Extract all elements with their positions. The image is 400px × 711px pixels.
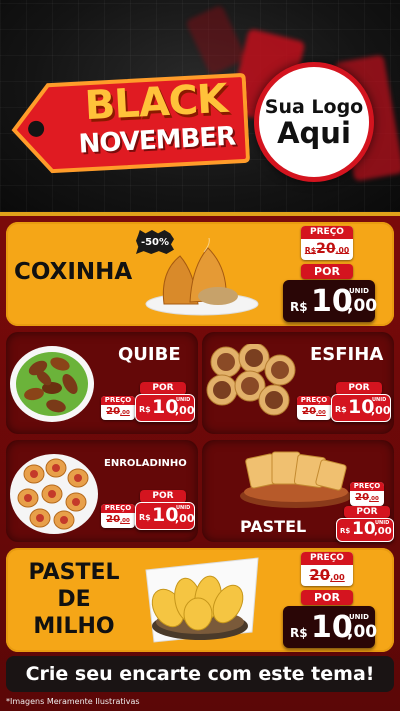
old-price-label: PREÇO	[297, 396, 331, 405]
new-price-dec: ,00	[374, 526, 392, 537]
old-price-tag: PREÇO 20,00	[350, 482, 384, 506]
product-name: PASTEL	[240, 517, 307, 536]
new-price-tag: R$ 10 UNID ,00	[283, 280, 378, 322]
old-price-int: 20	[302, 406, 317, 417]
old-price-label: PREÇO	[101, 504, 135, 513]
old-price-int: 20	[106, 406, 121, 417]
new-price-tag: R$ 10 UNID ,00	[331, 394, 391, 422]
unit-label: UNID	[176, 397, 191, 403]
product-name-line2: DE	[57, 587, 91, 612]
currency-label: R$	[304, 246, 317, 255]
product-name: COXINHA	[14, 259, 133, 285]
old-price-int: 20	[309, 566, 331, 584]
old-price-tag: PREÇO 20,00	[297, 396, 331, 420]
esfiha-image	[206, 344, 296, 416]
old-price-value: 20,00	[350, 491, 384, 506]
old-price-int: 20	[316, 241, 336, 257]
product-name: ESFIHA	[310, 344, 384, 365]
old-price-label: PREÇO	[301, 552, 353, 565]
logo-text-line2: Aqui	[277, 115, 351, 150]
currency-label: R$	[139, 405, 151, 414]
old-price-int: 20	[106, 514, 121, 525]
product-name: ENROLADINHO	[104, 458, 187, 469]
cta-banner[interactable]: Crie seu encarte com este tema!	[6, 656, 394, 692]
currency-label: R$	[290, 300, 308, 314]
footnote: *Imagens Meramente Ilustrativas	[6, 697, 140, 706]
pastel-image	[240, 451, 352, 508]
decorative-tag	[185, 4, 247, 76]
logo-placeholder[interactable]: Sua Logo Aqui	[254, 62, 374, 182]
por-label: POR	[301, 264, 353, 279]
old-price-dec: ,00	[120, 518, 130, 524]
new-price-tag: R$ 10 UNID ,00	[336, 518, 394, 542]
old-price-tag: PREÇO 20,00	[301, 552, 353, 586]
old-price-value: 20,00	[301, 565, 353, 587]
currency-label: R$	[139, 513, 151, 522]
logo-text-line1: Sua Logo	[264, 95, 364, 118]
currency-label: R$	[290, 626, 308, 640]
old-price-dec: ,00	[335, 246, 350, 255]
product-name-line3: MILHO	[33, 614, 115, 639]
product-name-line1: PASTEL	[28, 560, 120, 585]
currency-label: R$	[340, 527, 351, 535]
old-price-dec: ,00	[330, 572, 345, 582]
por-label: POR	[301, 590, 353, 605]
old-price-tag: PREÇO 20,00	[101, 504, 135, 528]
new-price-dec: ,00	[175, 512, 195, 525]
currency-label: R$	[335, 405, 347, 414]
unit-label: UNID	[176, 505, 191, 511]
old-price-dec: ,00	[316, 410, 326, 416]
pastel-de-milho-image	[145, 557, 259, 643]
new-price-dec: ,00	[347, 296, 378, 316]
new-price-dec: ,00	[371, 404, 391, 417]
old-price-value: 20,00	[297, 405, 331, 420]
old-price-value: 20,00	[101, 405, 135, 420]
old-price-label: PREÇO	[301, 226, 353, 239]
old-price-int: 20	[355, 492, 370, 503]
old-price-label: PREÇO	[350, 482, 384, 491]
header: BLACK NOVEMBER Sua Logo Aqui	[0, 0, 400, 212]
new-price-tag: R$ 10 UNID ,00	[135, 394, 195, 422]
old-price-value: 20,00	[101, 513, 135, 528]
quibe-image	[10, 346, 94, 422]
old-price-tag: PREÇO R$20,00	[301, 226, 353, 260]
new-price-tag: R$ 10 UNID ,00	[283, 606, 378, 648]
por-label: POR	[344, 506, 390, 518]
unit-label: UNID	[349, 287, 369, 295]
unit-label: UNID	[349, 613, 369, 621]
old-price-label: PREÇO	[101, 396, 135, 405]
old-price-dec: ,00	[120, 410, 130, 416]
new-price-tag: R$ 10 UNID ,00	[135, 502, 195, 530]
black-november-tag: BLACK NOVEMBER	[8, 69, 251, 179]
coxinha-image	[145, 238, 259, 316]
product-name: QUIBE	[118, 344, 181, 365]
new-price-int: 10	[352, 519, 376, 539]
old-price-dec: ,00	[369, 496, 379, 502]
new-price-dec: ,00	[175, 404, 195, 417]
new-price-dec: ,00	[347, 622, 378, 642]
unit-label: UNID	[372, 397, 387, 403]
product-name: PASTEL DE MILHO	[26, 559, 122, 640]
old-price-value: R$20,00	[301, 239, 353, 261]
old-price-tag: PREÇO 20,00	[101, 396, 135, 420]
enroladinho-image	[10, 454, 98, 534]
